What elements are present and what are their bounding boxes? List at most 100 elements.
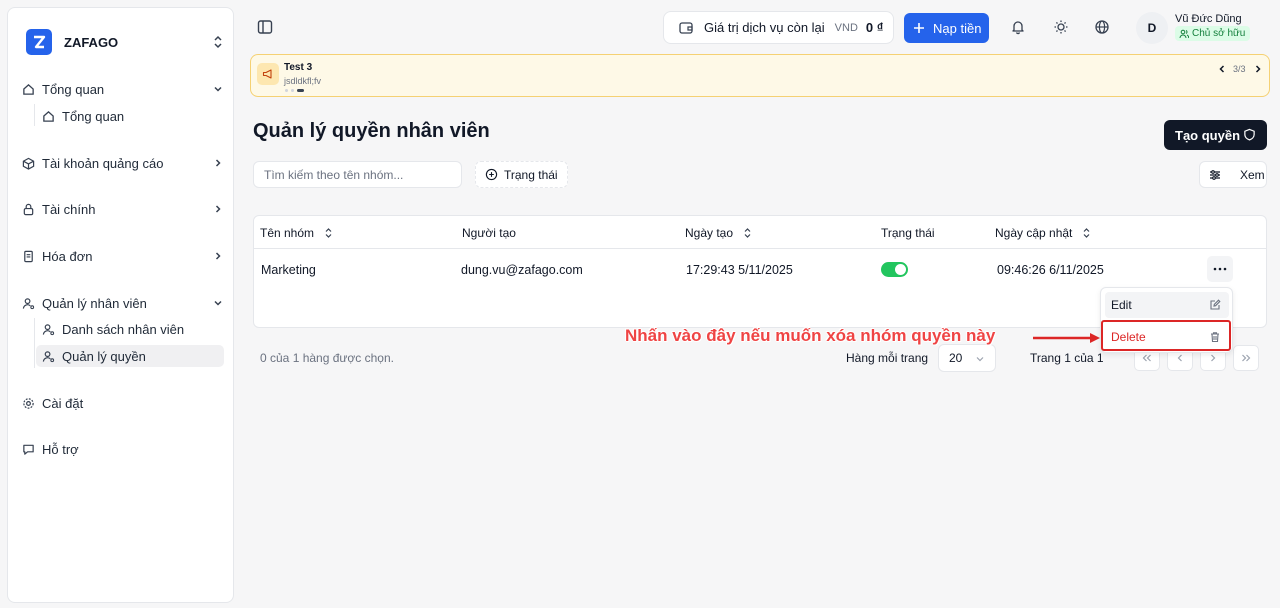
- cell-updated-date: 09:46:26 6/11/2025: [997, 263, 1104, 277]
- column-header-nguoi-tao: Người tạo: [462, 226, 516, 240]
- view-options-button[interactable]: Xem: [1199, 161, 1267, 188]
- table-header: Tên nhóm Người tạo Ngày tạo Trạng thái N…: [254, 216, 1266, 249]
- sidebar-item-tai-khoan-quang-cao[interactable]: Tài khoản quảng cáo: [20, 150, 224, 176]
- more-horizontal-icon: [1213, 267, 1227, 271]
- chevron-right-icon: [212, 157, 224, 169]
- sidebar-item-quan-ly-nhan-vien[interactable]: Quản lý nhân viên: [20, 290, 224, 316]
- sidebar-subitem-label: Quản lý quyền: [62, 348, 146, 364]
- wallet-amount: 0 ₫: [865, 20, 884, 35]
- edit-icon: [1209, 299, 1221, 311]
- home-icon: [22, 83, 35, 96]
- avatar[interactable]: D: [1136, 12, 1168, 44]
- role-label: Chủ sở hữu: [1192, 28, 1246, 39]
- sun-icon[interactable]: [1053, 19, 1069, 35]
- submenu-line: [34, 318, 35, 368]
- zafago-logo-icon: [26, 29, 52, 55]
- banner-dot[interactable]: [285, 89, 288, 92]
- menu-item-edit[interactable]: Edit: [1105, 292, 1229, 318]
- shield-icon: [1243, 128, 1256, 141]
- megaphone-icon: [257, 63, 279, 85]
- annotation-text: Nhấn vào đây nếu muốn xóa nhóm quyền này: [625, 326, 996, 345]
- sort-icon: [1082, 227, 1091, 239]
- wallet-currency: VND: [834, 21, 858, 34]
- sidebar-subitem-label: Tổng quan: [62, 108, 125, 124]
- edit-label: Edit: [1111, 298, 1132, 312]
- users-icon: [1179, 29, 1189, 38]
- chevron-down-icon: [212, 83, 224, 95]
- delete-highlight-box: [1101, 320, 1231, 351]
- chevron-right-icon: [1211, 354, 1216, 362]
- topup-label: Nạp tiền: [933, 20, 982, 36]
- sidebar-toggle-icon[interactable]: [256, 18, 274, 36]
- banner-pagination-dots: [285, 89, 304, 92]
- last-page-button[interactable]: [1233, 345, 1259, 371]
- column-label: Tên nhóm: [260, 226, 315, 240]
- sidebar-item-label: Cài đặt: [42, 395, 84, 411]
- banner-description: jsdldkfl;fv: [284, 76, 322, 86]
- banner-counter: 3/3: [1233, 64, 1246, 74]
- chevron-down-icon: [212, 297, 224, 309]
- chevron-left-icon[interactable]: [1216, 63, 1228, 75]
- user-name: Vũ Đức Dũng: [1175, 13, 1242, 25]
- banner-dot[interactable]: [291, 89, 294, 92]
- arrow-right-icon: [1033, 333, 1100, 343]
- cell-creator: dung.vu@zafago.com: [461, 263, 583, 277]
- rows-per-page-value: 20: [949, 351, 963, 365]
- column-label: Ngày cập nhật: [995, 226, 1073, 240]
- rows-per-page-label: Hàng mỗi trang: [846, 351, 929, 365]
- user-cog-icon: [22, 297, 35, 310]
- column-label: Người tạo: [462, 226, 516, 240]
- role-badge: Chủ sở hữu: [1175, 26, 1251, 41]
- sidebar-item-tong-quan[interactable]: Tổng quan: [20, 76, 224, 102]
- submenu-line: [34, 104, 35, 126]
- column-header-ngay-cap-nhat[interactable]: Ngày cập nhật: [995, 226, 1091, 240]
- row-actions-button[interactable]: [1207, 256, 1233, 282]
- sidebar-item-hoa-don[interactable]: Hóa đơn: [20, 243, 224, 269]
- create-permission-button[interactable]: Tạo quyền: [1164, 120, 1267, 150]
- search-input[interactable]: [253, 161, 462, 188]
- rows-per-page-select[interactable]: 20: [938, 344, 996, 372]
- plus-icon: [913, 22, 925, 34]
- chevron-left-icon: [1177, 354, 1182, 362]
- receipt-icon: [22, 250, 35, 263]
- chevron-right-icon[interactable]: [1252, 63, 1264, 75]
- sidebar-item-tai-chinh[interactable]: Tài chính: [20, 196, 224, 222]
- user-cog-icon: [42, 350, 55, 363]
- message-icon: [22, 443, 35, 456]
- lock-icon: [22, 203, 35, 216]
- column-header-ngay-tao[interactable]: Ngày tạo: [685, 226, 752, 240]
- wallet-label: Giá trị dịch vụ còn lại: [704, 20, 825, 35]
- gear-icon: [22, 397, 35, 410]
- page-info: Trang 1 của 1: [1030, 351, 1104, 365]
- status-filter-button[interactable]: Trạng thái: [475, 161, 568, 188]
- banner-dot-active[interactable]: [297, 89, 304, 92]
- brand-switcher[interactable]: ZAFAGO: [26, 22, 226, 62]
- bell-icon[interactable]: [1010, 19, 1026, 35]
- sidebar-item-ho-tro[interactable]: Hỗ trợ: [20, 436, 224, 462]
- topup-button[interactable]: Nạp tiền: [904, 13, 989, 43]
- sort-icon: [743, 227, 752, 239]
- chevrons-up-down-icon: [212, 35, 224, 49]
- brand-name: ZAFAGO: [64, 34, 119, 50]
- chevron-right-icon: [212, 250, 224, 262]
- wallet-balance[interactable]: Giá trị dịch vụ còn lại VND 0 ₫: [663, 11, 894, 44]
- sidebar-subitem-danh-sach-nhan-vien[interactable]: Danh sách nhân viên: [36, 318, 224, 340]
- sort-icon: [324, 227, 333, 239]
- globe-icon[interactable]: [1094, 19, 1110, 35]
- sidebar-item-label: Tài khoản quảng cáo: [42, 155, 164, 171]
- sidebar-subitem-tong-quan[interactable]: Tổng quan: [36, 105, 224, 127]
- column-header-trang-thai: Trạng thái: [881, 226, 935, 240]
- chevrons-right-icon: [1242, 354, 1251, 362]
- create-permission-label: Tạo quyền: [1175, 127, 1241, 143]
- cell-group-name: Marketing: [261, 263, 316, 277]
- sidebar-item-label: Tài chính: [42, 201, 96, 217]
- sidebar-item-label: Hỗ trợ: [42, 441, 79, 457]
- user-cog-icon: [42, 323, 55, 336]
- sidebar-subitem-quan-ly-quyen[interactable]: Quản lý quyền: [36, 345, 224, 367]
- status-toggle[interactable]: [881, 262, 908, 277]
- sidebar-item-cai-dat[interactable]: Cài đặt: [20, 390, 224, 416]
- sidebar-item-label: Tổng quan: [42, 81, 105, 97]
- chevrons-left-icon: [1142, 354, 1151, 362]
- banner-title: Test 3: [284, 62, 313, 73]
- column-header-ten-nhom[interactable]: Tên nhóm: [260, 226, 333, 240]
